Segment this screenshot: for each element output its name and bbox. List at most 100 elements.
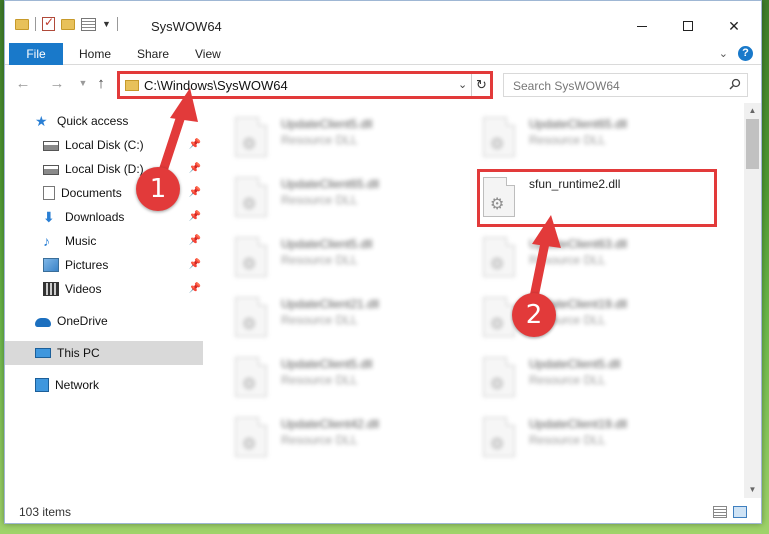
tab-view[interactable]: View: [183, 43, 233, 65]
minimize-icon: [637, 25, 647, 27]
sidebar-item-local-disk-c[interactable]: Local Disk (C:) 📌: [5, 133, 203, 157]
pin-icon[interactable]: 📌: [189, 259, 201, 270]
up-arrow-icon[interactable]: ↑: [93, 75, 109, 93]
gear-icon: ⚙: [242, 136, 257, 153]
status-bar: 103 items: [5, 501, 761, 523]
sidebar-item-label: Network: [55, 378, 100, 392]
sidebar-item-label: OneDrive: [57, 314, 108, 328]
sidebar-item-label: Quick access: [57, 114, 129, 128]
maximize-icon: [683, 21, 693, 31]
title-bar: ▼ SysWOW64 ✕: [5, 1, 761, 39]
address-dropdown-icon[interactable]: ⌄: [458, 78, 467, 91]
refresh-icon[interactable]: ↻: [471, 74, 491, 96]
step-2-badge: 2: [512, 293, 556, 337]
navigation-pane: ★ Quick access Local Disk (C:) 📌 Local D…: [5, 103, 205, 498]
gear-icon: ⚙: [490, 256, 505, 273]
customize-dropdown-icon[interactable]: ▼: [102, 19, 111, 29]
sidebar-item-this-pc[interactable]: This PC: [5, 341, 203, 365]
file-item[interactable]: ⚙ UpdateClient5.dll Resource DLL: [209, 109, 449, 169]
pin-icon[interactable]: 📌: [189, 211, 201, 222]
recent-locations-dropdown-icon[interactable]: ▼: [75, 78, 91, 96]
file-item[interactable]: ⚙ UpdateClient63.dll Resource DLL: [457, 229, 697, 289]
new-folder-icon[interactable]: [61, 18, 75, 30]
file-name: UpdateClient63.dll: [529, 237, 628, 251]
pin-icon[interactable]: 📌: [189, 283, 201, 294]
sidebar-item-label: Music: [65, 234, 97, 248]
sidebar-item-label: This PC: [57, 346, 100, 360]
close-button[interactable]: ✕: [711, 13, 757, 39]
large-icons-view-icon[interactable]: [733, 506, 747, 518]
file-name: UpdateClient21.dll: [281, 297, 380, 311]
sidebar-item-label: Pictures: [65, 258, 109, 272]
search-icon[interactable]: [729, 78, 741, 90]
sidebar-item-music[interactable]: ♪ Music 📌: [5, 229, 203, 253]
cloud-icon: [35, 318, 51, 327]
file-item[interactable]: ⚙ UpdateClient65.dll Resource DLL: [209, 169, 449, 229]
folder-icon: [15, 18, 29, 30]
file-item[interactable]: ⚙ UpdateClient5.dll Resource DLL: [457, 349, 697, 409]
dll-file-icon: ⚙: [235, 357, 267, 397]
gear-icon: ⚙: [490, 376, 505, 393]
file-item[interactable]: ⚙ UpdateClient5.dll Resource DLL: [209, 349, 449, 409]
file-item[interactable]: ⚙ UpdateClient65.dll Resource DLL: [457, 109, 697, 169]
file-type: Resource DLL: [281, 253, 358, 267]
sidebar-item-downloads[interactable]: ⬇ Downloads 📌: [5, 205, 203, 229]
file-type: Resource DLL: [281, 133, 358, 147]
file-name: UpdateClient19.dll: [529, 417, 628, 431]
properties-check-icon[interactable]: [42, 15, 55, 31]
file-name: UpdateClient5.dll: [529, 357, 621, 371]
minimize-button[interactable]: [619, 13, 665, 39]
scroll-up-arrow-icon[interactable]: ▲: [744, 103, 761, 119]
navigation-row: ← → ▼ ↑ C:\Windows\SysWOW64 ⌄ ↻ Search S…: [5, 69, 761, 101]
file-type: Resource DLL: [529, 373, 606, 387]
forward-arrow-icon[interactable]: →: [49, 75, 65, 93]
sidebar-item-network[interactable]: Network: [5, 373, 203, 397]
download-icon: ⬇: [43, 209, 55, 225]
disk-icon: [43, 141, 59, 151]
file-name: UpdateClient5.dll: [281, 237, 373, 251]
pin-icon[interactable]: 📌: [189, 163, 201, 174]
scroll-down-arrow-icon[interactable]: ▼: [744, 482, 761, 498]
scroll-thumb[interactable]: [746, 119, 759, 169]
tab-share[interactable]: Share: [125, 43, 181, 65]
file-item[interactable]: ⚙ UpdateClient42.dll Resource DLL: [209, 409, 449, 469]
back-arrow-icon[interactable]: ←: [15, 75, 31, 93]
file-item[interactable]: ⚙ UpdateClient21.dll Resource DLL: [209, 289, 449, 349]
sidebar-item-onedrive[interactable]: OneDrive: [5, 309, 203, 333]
maximize-button[interactable]: [665, 13, 711, 39]
properties-icon[interactable]: [81, 17, 96, 31]
file-item[interactable]: ⚙ UpdateClient19.dll Resource DLL: [457, 409, 697, 469]
help-icon[interactable]: ?: [738, 46, 753, 61]
sidebar-item-label: Local Disk (D:): [65, 162, 144, 176]
pictures-icon: [43, 258, 59, 272]
file-name: UpdateClient65.dll: [281, 177, 380, 191]
sidebar-item-quick-access[interactable]: ★ Quick access: [5, 109, 203, 133]
file-item[interactable]: ⚙ UpdateClient5.dll Resource DLL: [209, 229, 449, 289]
gear-icon: ⚙: [242, 376, 257, 393]
sidebar-item-videos[interactable]: Videos 📌: [5, 277, 203, 301]
ribbon: File Home Share View ⌄ ?: [5, 43, 761, 65]
tab-file[interactable]: File: [9, 43, 63, 65]
pin-icon[interactable]: 📌: [189, 187, 201, 198]
pin-icon[interactable]: 📌: [189, 139, 201, 150]
file-item[interactable]: ⚙ UpdateClient19.dll Resource DLL: [457, 289, 697, 349]
sidebar-item-label: Local Disk (C:): [65, 138, 144, 152]
tab-home[interactable]: Home: [67, 43, 123, 65]
gear-icon: ⚙: [242, 316, 257, 333]
quick-access-toolbar: ▼: [15, 15, 118, 31]
file-name: UpdateClient42.dll: [281, 417, 380, 431]
file-name: UpdateClient5.dll: [281, 117, 373, 131]
sidebar-item-pictures[interactable]: Pictures 📌: [5, 253, 203, 277]
expand-ribbon-icon[interactable]: ⌄: [719, 47, 728, 60]
file-type: Resource DLL: [281, 193, 358, 207]
dll-file-icon: ⚙: [483, 117, 515, 157]
address-bar[interactable]: C:\Windows\SysWOW64 ⌄ ↻: [117, 71, 493, 99]
pin-icon[interactable]: 📌: [189, 235, 201, 246]
search-input[interactable]: Search SysWOW64: [503, 73, 748, 97]
file-type: Resource DLL: [281, 313, 358, 327]
sidebar-item-label: Documents: [61, 186, 122, 200]
details-view-icon[interactable]: [713, 506, 727, 518]
vertical-scrollbar[interactable]: ▲ ▼: [744, 103, 761, 498]
address-path[interactable]: C:\Windows\SysWOW64: [144, 78, 288, 93]
folder-icon: [125, 80, 139, 91]
